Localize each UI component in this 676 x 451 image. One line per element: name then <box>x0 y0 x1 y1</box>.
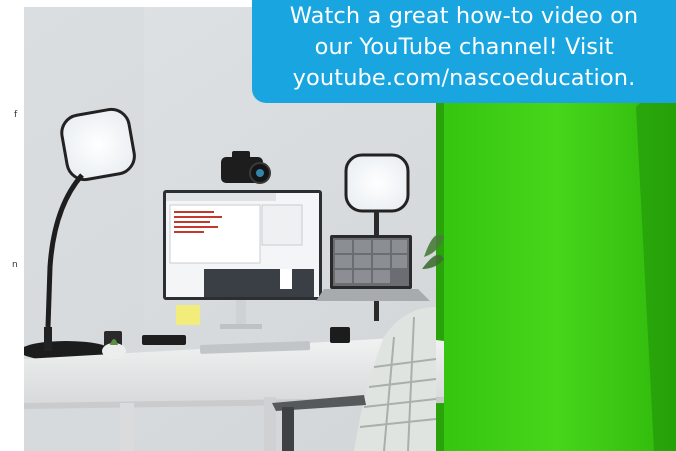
sticky-note <box>176 305 200 325</box>
margin-fragment-top: f <box>14 110 18 120</box>
youtube-callout-banner[interactable]: Watch a great how-to video on our YouTub… <box>252 0 676 103</box>
callout-line-3[interactable]: youtube.com/nascoeducation. <box>252 63 676 94</box>
callout-line-2: our YouTube channel! Visit <box>314 34 614 60</box>
stream-deck <box>330 327 350 343</box>
margin-fragment-mid: n <box>12 260 18 270</box>
callout-line-1: Watch a great how-to video on <box>289 3 639 29</box>
